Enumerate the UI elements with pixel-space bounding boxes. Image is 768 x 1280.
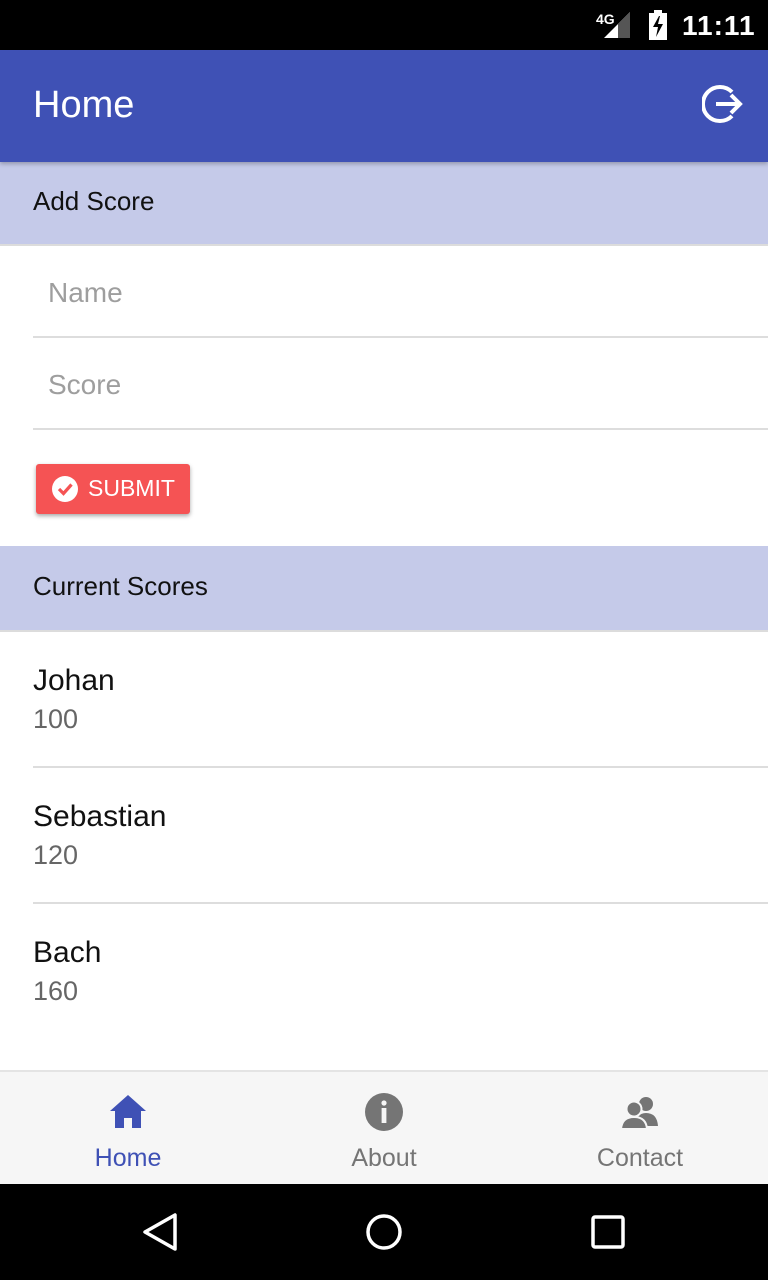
add-score-header: Add Score — [0, 162, 768, 246]
score-value: 160 — [33, 976, 79, 1006]
battery-charging-icon — [649, 10, 667, 40]
score-field[interactable] — [33, 338, 768, 430]
score-value: 100 — [33, 704, 79, 734]
recents-icon[interactable] — [590, 1214, 626, 1250]
status-bar: 4G 11:11 — [0, 0, 768, 50]
bottom-navigation: Home About Contact — [0, 1070, 768, 1184]
name-field[interactable] — [33, 246, 768, 338]
score-name: Johan — [33, 664, 115, 697]
nav-item-home[interactable]: Home — [0, 1072, 256, 1186]
nav-item-home-label: Home — [94, 1144, 162, 1172]
info-icon — [365, 1093, 403, 1131]
status-clock: 11:11 — [682, 10, 756, 41]
app-bar: Home — [0, 50, 768, 162]
nav-item-about-label: About — [351, 1144, 417, 1172]
score-name: Bach — [33, 936, 102, 969]
page-title: Home — [33, 84, 135, 126]
home-icon — [110, 1095, 146, 1128]
contacts-icon — [620, 1097, 658, 1130]
submit-button[interactable]: SUBMIT — [36, 464, 190, 514]
add-score-header-label: Add Score — [33, 186, 155, 216]
back-icon[interactable] — [140, 1212, 180, 1252]
nav-item-contact[interactable]: Contact — [512, 1072, 768, 1186]
home-circle-icon[interactable] — [364, 1212, 404, 1252]
name-input[interactable] — [48, 274, 728, 312]
score-input[interactable] — [48, 366, 728, 404]
score-name: Sebastian — [33, 800, 167, 833]
check-circle-icon — [52, 476, 78, 502]
list-item[interactable]: Johan 100 — [0, 632, 768, 768]
network-type-label: 4G — [596, 11, 615, 27]
list-item[interactable]: Bach 160 — [0, 904, 768, 1040]
list-item[interactable]: Sebastian 120 — [0, 768, 768, 904]
score-value: 120 — [33, 840, 79, 870]
current-scores-header-label: Current Scores — [33, 571, 208, 601]
logout-icon[interactable] — [702, 82, 746, 126]
system-navigation-bar — [0, 1184, 768, 1280]
current-scores-header: Current Scores — [0, 546, 768, 632]
nav-item-contact-label: Contact — [596, 1144, 684, 1172]
submit-button-label: SUBMIT — [88, 475, 175, 501]
nav-item-about[interactable]: About — [256, 1072, 512, 1186]
